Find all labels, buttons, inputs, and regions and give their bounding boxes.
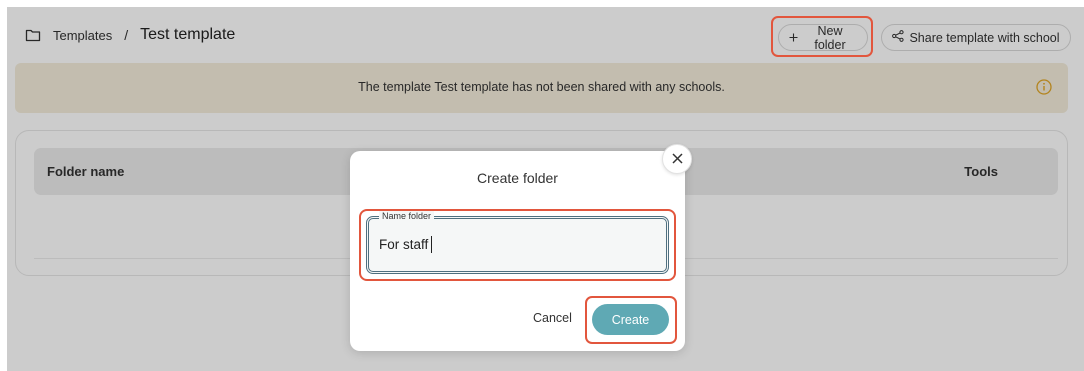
- text-caret: [431, 236, 432, 253]
- name-folder-field: Name folder: [366, 211, 669, 274]
- name-field-highlight: Name folder: [359, 209, 676, 281]
- name-folder-label: Name folder: [379, 211, 435, 222]
- cancel-button[interactable]: Cancel: [533, 311, 572, 325]
- create-button[interactable]: Create: [592, 304, 669, 335]
- new-folder-highlight: [771, 16, 873, 57]
- close-button[interactable]: [662, 144, 692, 174]
- create-button-highlight: Create: [585, 296, 677, 344]
- app-window: Templates / Test template New folder Sha…: [7, 7, 1084, 371]
- dialog-title: Create folder: [477, 170, 558, 186]
- name-folder-input[interactable]: [379, 237, 649, 252]
- create-folder-dialog: Create folder Name folder Cancel Create: [350, 144, 692, 351]
- close-icon: [671, 152, 683, 167]
